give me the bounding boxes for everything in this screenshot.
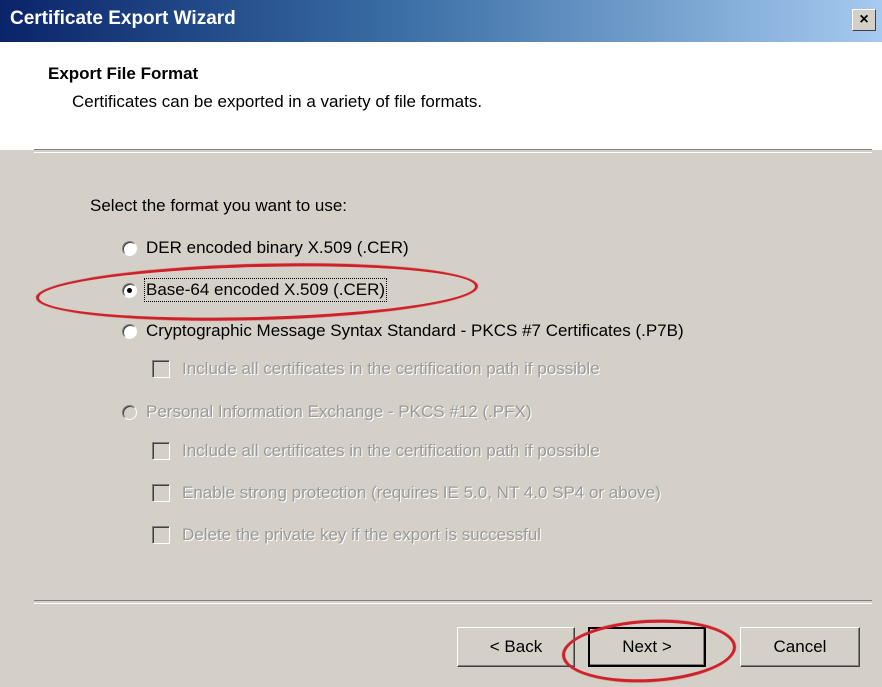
radio-der[interactable] [122, 240, 137, 256]
checkbox-pkcs7-include-path[interactable]: Include all certificates in the certific… [152, 359, 600, 379]
header-panel: Export File Format Certificates can be e… [0, 42, 882, 150]
page-title: Export File Format [48, 64, 199, 83]
checkbox-strong-protection[interactable]: Enable strong protection (requires IE 5.… [152, 483, 661, 503]
title-bar: Certificate Export Wizard × [0, 0, 882, 42]
page-subtitle: Certificates can be exported in a variet… [72, 92, 483, 111]
radio-pkcs7[interactable] [122, 323, 137, 339]
annotation-ellipse-base64 [35, 258, 479, 326]
checkbox-pfx-include-path-label: Include all certificates in the certific… [182, 441, 600, 460]
close-button[interactable]: × [852, 9, 876, 31]
option-pkcs7-label: Cryptographic Message Syntax Standard - … [146, 321, 684, 340]
window-title: Certificate Export Wizard [10, 8, 236, 29]
back-button[interactable]: < Back [457, 627, 575, 667]
option-der-label: DER encoded binary X.509 (.CER) [146, 238, 409, 257]
checkbox-strong-protection-box[interactable] [152, 484, 170, 502]
format-prompt: Select the format you want to use: [90, 196, 348, 215]
option-pkcs7[interactable]: Cryptographic Message Syntax Standard - … [122, 321, 684, 341]
cancel-button[interactable]: Cancel [740, 627, 860, 667]
option-der[interactable]: DER encoded binary X.509 (.CER) [122, 238, 409, 258]
checkbox-delete-private-key-label: Delete the private key if the export is … [182, 525, 542, 544]
cancel-button-label: Cancel [773, 637, 827, 656]
checkbox-pfx-include-path[interactable]: Include all certificates in the certific… [152, 441, 600, 461]
checkbox-pfx-include-path-box[interactable] [152, 442, 170, 460]
checkbox-pkcs7-include-path-label: Include all certificates in the certific… [182, 359, 600, 378]
option-pfx-label: Personal Information Exchange - PKCS #12… [146, 402, 532, 421]
radio-pfx[interactable] [122, 404, 137, 420]
checkbox-delete-private-key-box[interactable] [152, 526, 170, 544]
close-icon: × [859, 11, 869, 28]
checkbox-delete-private-key[interactable]: Delete the private key if the export is … [152, 525, 541, 545]
footer-divider [34, 600, 872, 604]
checkbox-strong-protection-label: Enable strong protection (requires IE 5.… [182, 483, 661, 502]
back-button-label: < Back [489, 637, 543, 656]
header-divider [34, 149, 872, 153]
option-pfx[interactable]: Personal Information Exchange - PKCS #12… [122, 402, 532, 422]
checkbox-pkcs7-include-path-box[interactable] [152, 360, 170, 378]
